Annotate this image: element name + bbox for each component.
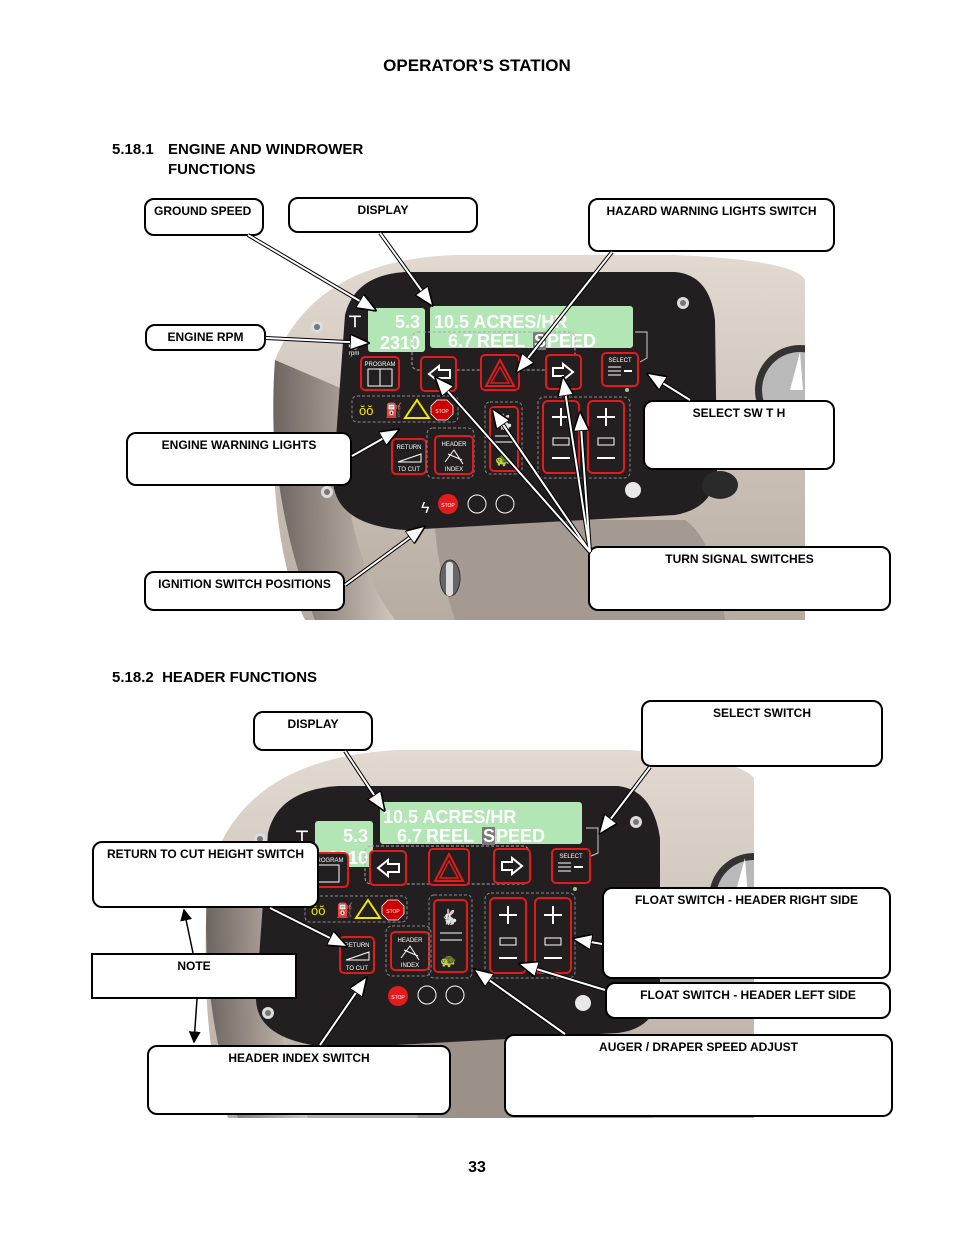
left-turn-signal-button [369, 850, 407, 886]
left-turn-signal-button [420, 356, 457, 392]
callout-return-to-cut-height: RETURN TO CUT HEIGHT SWITCH [92, 841, 319, 908]
float-switch-left [542, 400, 580, 474]
float-switch-right [534, 897, 572, 974]
hazard-button [428, 848, 470, 886]
fuel-icon: ⛽ [385, 402, 402, 419]
lcd-line2-value: 6.7 [448, 331, 473, 351]
lcd-cursor-char: S [483, 826, 495, 846]
float-switch-left [489, 897, 527, 974]
lcd-line2-label-a: REEL [426, 826, 474, 846]
svg-text:STOP: STOP [386, 909, 400, 915]
callout-turn-signal-switches: TURN SIGNAL SWITCHES [588, 546, 891, 611]
rabbit-icon: 🐇 [495, 413, 514, 431]
section-title-line1: ENGINE AND WINDROWER [168, 141, 364, 158]
section-heading-header-functions: 5.18.2 HEADER FUNCTIONS [112, 668, 317, 688]
turtle-icon: 🐢 [495, 452, 511, 467]
program-button: PROGRAM [360, 356, 400, 391]
right-turn-signal-button [545, 354, 582, 390]
section-title: HEADER FUNCTIONS [162, 669, 318, 686]
svg-text:SELECT: SELECT [559, 854, 583, 860]
callout-header-index-switch: HEADER INDEX SWITCH [147, 1045, 451, 1115]
callout-display-header: DISPLAY [253, 711, 373, 751]
lcd-line2-label-b: PEED [547, 331, 596, 351]
lcd-ground-speed: 5.3 [343, 826, 368, 846]
svg-text:TO CUT: TO CUT [398, 467, 421, 473]
callout-ignition-switch-positions: IGNITION SWITCH POSITIONS [144, 571, 345, 611]
lcd-line1: 10.5 ACRES/HR [434, 312, 567, 332]
svg-text:STOP: STOP [441, 503, 455, 509]
select-button: SELECT [551, 848, 591, 884]
lcd-engine-rpm: 2310 [380, 333, 420, 353]
select-button: SELECT [601, 352, 639, 387]
svg-text:PROGRAM: PROGRAM [364, 362, 395, 368]
svg-text:HEADER: HEADER [397, 938, 423, 944]
header-index-button: HEADER INDEX [390, 931, 430, 971]
glow-plug-icon: ŏŏ [359, 403, 373, 418]
turtle-icon: 🐢 [440, 953, 456, 968]
fuel-icon: ⛽ [336, 902, 353, 919]
svg-text:TO CUT: TO CUT [346, 966, 369, 972]
lcd-line2-label-b: PEED [496, 826, 545, 846]
svg-text:INDEX: INDEX [445, 467, 463, 473]
callout-display: DISPLAY [288, 197, 478, 233]
section-number: 5.18.2 [112, 669, 154, 686]
callout-select-switch-header: SELECT SWITCH [641, 700, 883, 767]
lightning-icon: ϟ [421, 500, 430, 517]
lcd-display: 5.3 2310 10.5 ACRES/HR 6.7 REEL S PEED [368, 306, 633, 353]
svg-text:SELECT: SELECT [608, 358, 632, 364]
header-index-button: HEADER INDEX [434, 435, 474, 475]
svg-text:RETURN: RETURN [397, 445, 422, 451]
svg-text:STOP: STOP [391, 995, 405, 1001]
svg-text:STOP: STOP [435, 409, 449, 415]
svg-text:RETURN: RETURN [345, 943, 370, 949]
float-switch-right [587, 400, 625, 474]
auger-draper-speed-button: 🐇 🐢 [428, 894, 473, 979]
engine-icon: ◡ [348, 335, 360, 351]
callout-engine-warning-lights: ENGINE WARNING LIGHTS [126, 432, 352, 486]
section-title-line2: FUNCTIONS [168, 161, 256, 178]
callout-float-switch-left: FLOAT SWITCH - HEADER LEFT SIDE [605, 982, 891, 1019]
callout-auger-draper-speed: AUGER / DRAPER SPEED ADJUST [504, 1034, 893, 1117]
lcd-line1: 10.5 ACRES/HR [383, 807, 516, 827]
callout-hazard-warning-lights: HAZARD WARNING LIGHTS SWITCH [588, 198, 835, 252]
section-number: 5.18.1 [112, 141, 154, 158]
auger-draper-speed-button: 🐇 🐢 [484, 401, 523, 475]
return-to-cut-button: RETURN TO CUT [391, 438, 427, 475]
section-heading-engine-windrower: 5.18.1 ENGINE AND WINDROWER FUNCTIONS [112, 140, 363, 180]
callout-ground-speed: GROUND SPEED [144, 198, 264, 236]
lcd-cursor-char: S [534, 331, 546, 351]
page-title: OPERATOR’S STATION [383, 56, 571, 75]
page-number: 33 [468, 1159, 486, 1176]
hazard-button [480, 354, 520, 391]
callout-note: NOTE [91, 953, 297, 999]
return-to-cut-button: RETURN TO CUT [339, 936, 375, 974]
callout-engine-rpm: ENGINE RPM [145, 324, 266, 351]
right-turn-signal-button [493, 848, 531, 884]
speed-icon: ⊤ [348, 314, 362, 331]
rpm-unit-label: rpm [349, 351, 359, 357]
svg-text:HEADER: HEADER [441, 442, 467, 448]
callout-float-switch-right: FLOAT SWITCH - HEADER RIGHT SIDE [602, 887, 891, 979]
lcd-ground-speed: 5.3 [395, 312, 420, 332]
svg-text:INDEX: INDEX [401, 963, 419, 969]
callout-select-switch: SELECT SW T H [643, 400, 835, 470]
lcd-line2-label-a: REEL [477, 331, 525, 351]
lcd-line2-value: 6.7 [397, 826, 422, 846]
rabbit-icon: 🐇 [440, 908, 459, 926]
